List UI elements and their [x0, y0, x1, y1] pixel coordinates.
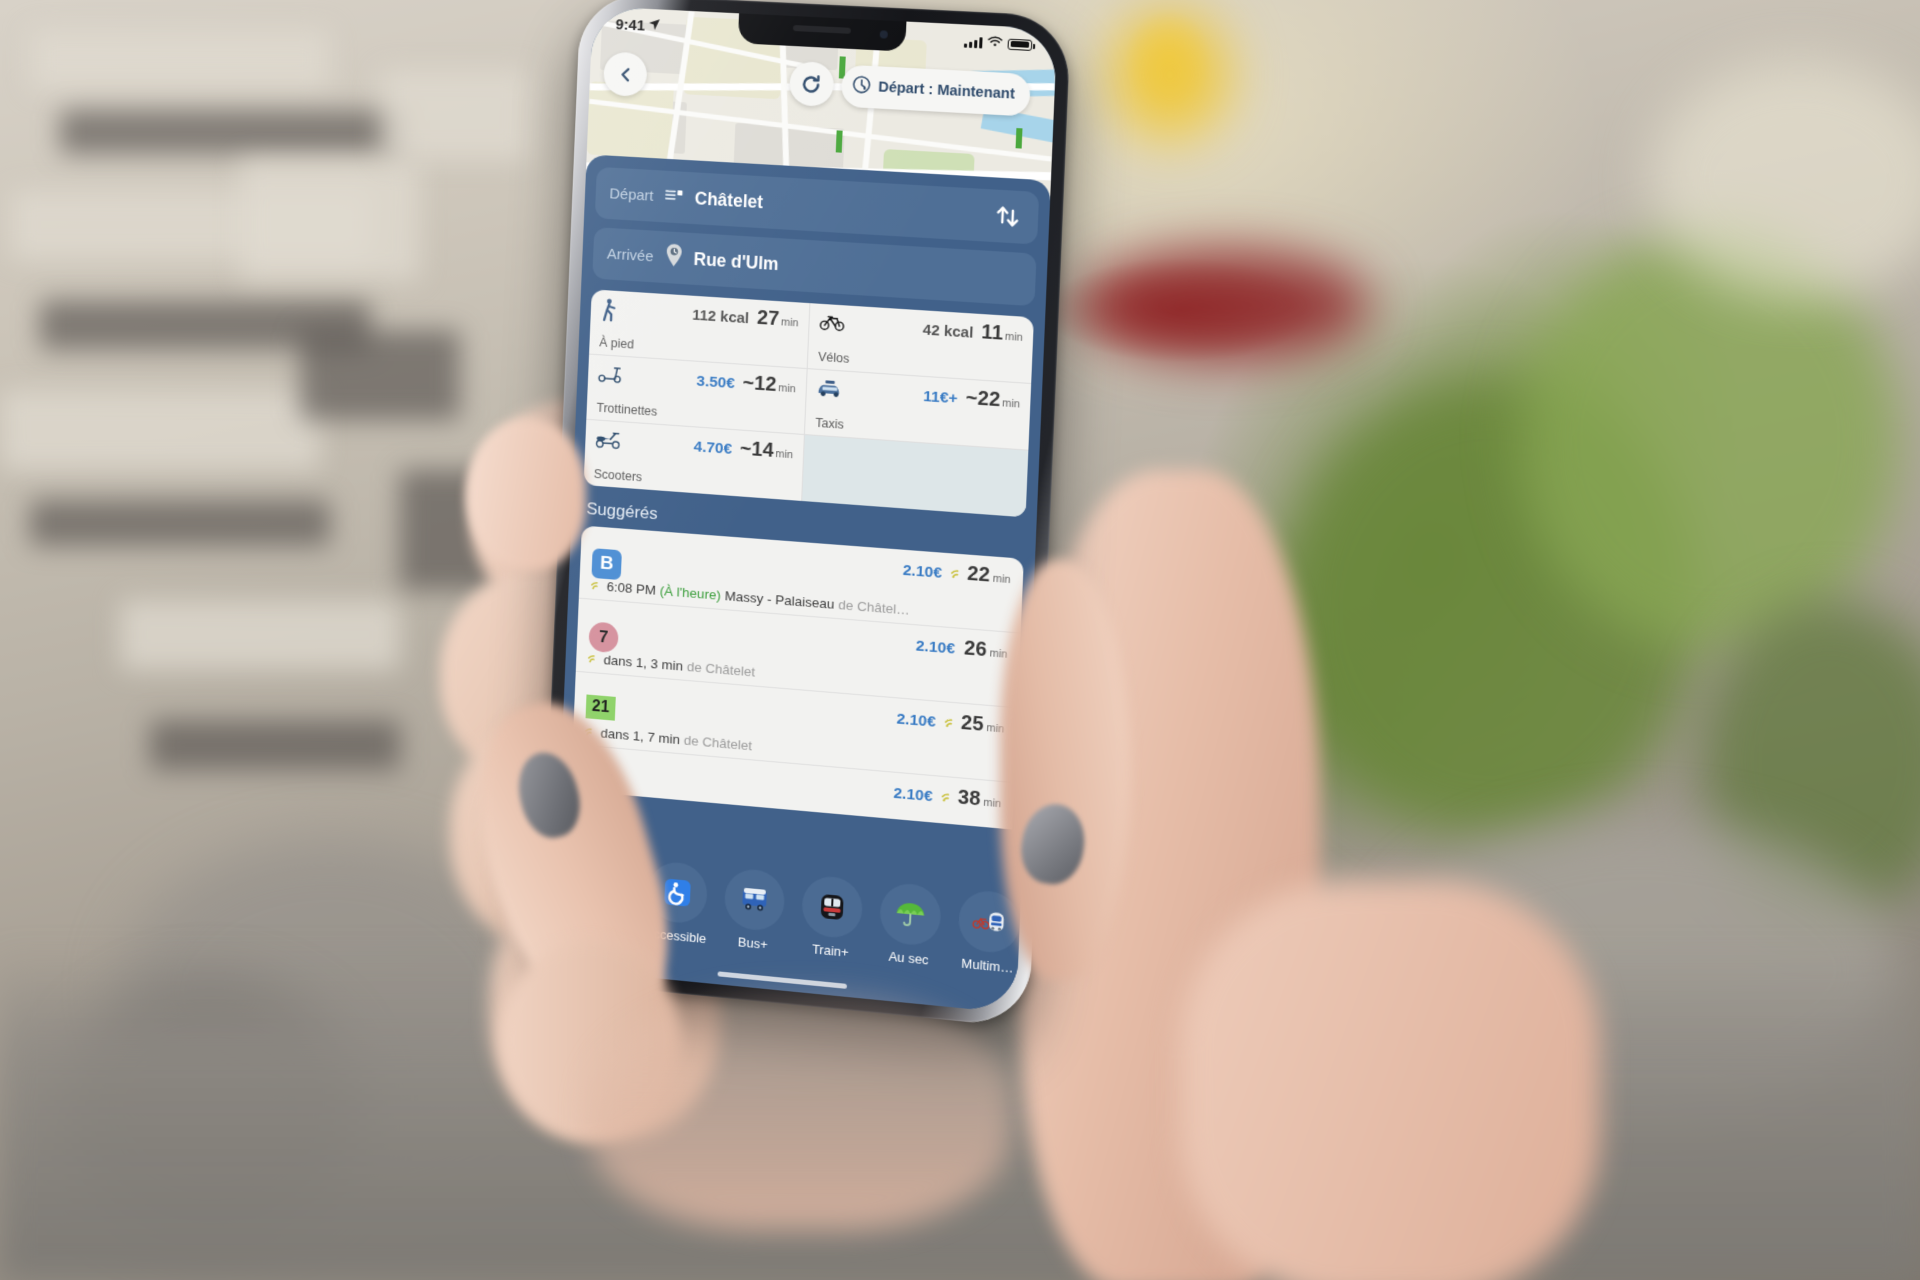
earpiece-speaker — [792, 24, 851, 34]
mode-name: Taxis — [815, 415, 845, 432]
list-lines-icon — [664, 186, 685, 208]
wifi-small-icon — [585, 724, 597, 740]
wifi-small-icon — [941, 790, 955, 806]
route-sub-from: de Châtelet — [683, 732, 753, 754]
route-sub-status: (À l'heure) — [659, 583, 722, 603]
mode-price: 4.70€ — [693, 438, 733, 458]
route-time: 25 min — [944, 710, 1005, 738]
arrivee-field-value: Rue d'Ulm — [693, 248, 779, 274]
mode-name: Scooters — [593, 466, 643, 485]
kick-scooter-icon — [597, 363, 623, 388]
tab-train-plus[interactable]: Train+ — [792, 873, 871, 961]
tab-label: Classique — [571, 918, 628, 939]
wifi-small-icon — [944, 715, 958, 731]
route-time: 22 min — [951, 561, 1012, 589]
rer-b-badge: B — [591, 548, 622, 581]
tab-label: Train+ — [811, 941, 849, 960]
location-arrow-icon — [648, 18, 661, 34]
bike-train-icon — [957, 888, 1022, 955]
arrivee-field-label: Arrivée — [606, 245, 654, 265]
wifi-small-icon — [591, 578, 603, 594]
mode-price: 11€+ — [922, 387, 958, 408]
depart-time-pill[interactable]: Départ : Maintenant — [840, 64, 1031, 117]
badge-label: 38 — [582, 771, 613, 798]
walking-person-icon — [600, 298, 619, 327]
trolleybus-icon — [723, 867, 786, 933]
route-sub-from: de Châtel… — [837, 597, 911, 618]
tab-label: Bus+ — [737, 934, 768, 953]
tab-label: Accessible — [644, 925, 707, 947]
tab-label: Au sec — [888, 948, 929, 968]
badge-label: 7 — [588, 621, 619, 654]
route-price: 2.10€ — [893, 784, 933, 806]
cellular-bars-icon — [963, 36, 983, 48]
taxi-car-icon — [816, 378, 843, 404]
bus-21-badge: 21 — [585, 694, 616, 721]
route-sub-dest: Massy - Palaiseau — [724, 588, 835, 612]
mode-time: ~12min — [742, 371, 797, 397]
badge-label: 21 — [585, 694, 616, 721]
mode-kcal: 42 kcal — [922, 321, 974, 342]
mode-kcal: 112 kcal — [691, 306, 750, 328]
bicycle-icon — [819, 312, 846, 337]
route-time: 38 min — [941, 785, 1002, 813]
tab-label: Multim… — [961, 955, 1014, 976]
battery-full-icon — [1007, 38, 1033, 51]
mode-name: À pied — [599, 335, 635, 352]
route-sub-time: dans 1, 7 min — [600, 725, 681, 748]
suggested-routes-card: 2.10€ 22 min B 6:08 PM (À l'heure) Massy… — [570, 525, 1024, 830]
clock-icon — [851, 74, 872, 99]
motor-scooter-icon — [595, 428, 622, 454]
back-button[interactable] — [602, 51, 648, 98]
green-arrow-route-icon — [570, 853, 632, 918]
route-time: 26 min — [963, 637, 1008, 662]
route-sub-from: de Châtelet — [686, 659, 756, 680]
depart-pill-label: Départ : Maintenant — [877, 79, 1016, 103]
transport-modes-grid: 112 kcal 27min À pied 42 kcal 11min Vélo… — [583, 289, 1034, 518]
train-icon — [800, 874, 864, 940]
umbrella-icon — [878, 881, 942, 948]
map-pin-clock-icon — [664, 242, 684, 273]
bus-38-badge: 38 — [582, 771, 613, 798]
mode-name: Trottinettes — [596, 400, 658, 419]
route-sub-time: 6:08 PM — [606, 579, 657, 598]
wheelchair-icon — [646, 860, 709, 926]
phone-screen: 9:41 Départ: Maintenant Départ Châtelet… — [552, 6, 1058, 1014]
mode-time: ~14min — [739, 437, 794, 462]
mode-time: 27min — [756, 306, 799, 331]
tab-au-sec[interactable]: Au sec — [870, 881, 950, 970]
swap-endpoints-button[interactable] — [986, 195, 1028, 238]
route-price: 2.10€ — [902, 561, 943, 582]
status-time: 9:41 — [615, 15, 646, 35]
tab-bus-plus[interactable]: Bus+ — [715, 866, 794, 954]
wifi-small-icon — [951, 566, 965, 582]
mode-time: 11min — [981, 321, 1024, 345]
front-camera — [879, 30, 888, 39]
route-sub-time: dans 1, 3 min — [603, 652, 684, 674]
mode-name: Vélos — [817, 349, 850, 366]
tab-multimodal[interactable]: Multim… — [949, 888, 1022, 977]
route-price: 2.10€ — [896, 710, 937, 731]
wifi-small-icon — [588, 651, 600, 667]
mode-price: 3.50€ — [696, 372, 736, 393]
mode-cell-scooters[interactable]: 4.70€ ~14min Scooters — [583, 419, 805, 502]
wifi-icon — [987, 34, 1003, 52]
tab-classique[interactable]: Classique — [562, 852, 640, 939]
badge-label: B — [591, 548, 622, 581]
tab-accessible[interactable]: Accessible — [638, 859, 716, 947]
mode-cell-empty — [802, 435, 1029, 518]
depart-field-label: Départ — [609, 184, 654, 205]
phone-device: 9:41 Départ: Maintenant Départ Châtelet… — [539, 0, 1072, 1028]
route-price: 2.10€ — [915, 637, 956, 658]
refresh-button[interactable] — [788, 60, 835, 108]
mode-time: ~22min — [965, 386, 1021, 412]
metro-7-badge: 7 — [588, 621, 619, 654]
depart-field-value: Châtelet — [694, 187, 764, 212]
